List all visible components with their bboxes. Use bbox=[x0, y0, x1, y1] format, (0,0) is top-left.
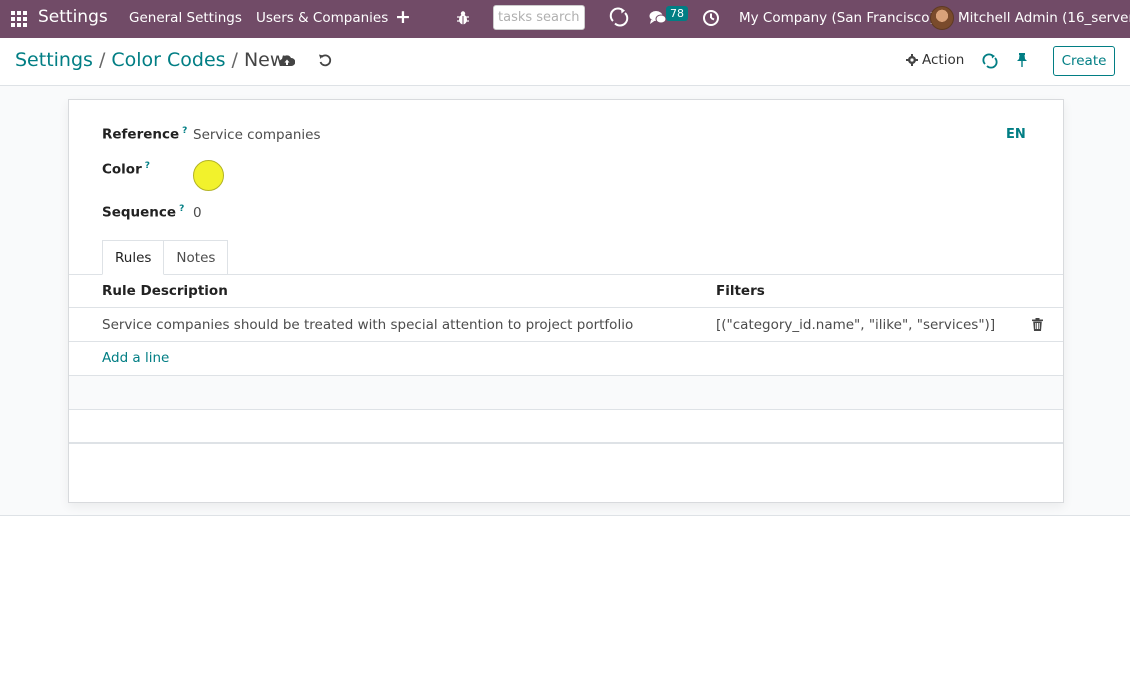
table-header-row: Rule Description Filters bbox=[69, 275, 1063, 308]
apps-menu-icon[interactable] bbox=[11, 11, 27, 27]
gear-icon bbox=[906, 54, 918, 66]
language-toggle[interactable]: EN bbox=[1006, 127, 1026, 142]
reference-field[interactable]: Service companies bbox=[193, 127, 321, 143]
breadcrumb-settings[interactable]: Settings bbox=[15, 49, 93, 71]
rules-table: Rule Description Filters Service compani… bbox=[69, 275, 1063, 444]
action-label: Action bbox=[922, 52, 965, 68]
menu-users-companies[interactable]: Users & Companies bbox=[256, 10, 388, 26]
messages-count-badge: 78 bbox=[666, 6, 688, 21]
add-line-link[interactable]: Add a line bbox=[102, 350, 169, 366]
empty-row bbox=[69, 376, 1063, 410]
user-menu[interactable]: Mitchell Admin (16_server) bbox=[958, 10, 1130, 26]
reference-label: Reference? bbox=[102, 126, 188, 143]
tab-rules[interactable]: Rules bbox=[102, 240, 165, 275]
control-panel: Settings / Color Codes / New Action Crea… bbox=[0, 38, 1130, 86]
form-tabs: Rules Notes bbox=[102, 240, 229, 275]
help-icon[interactable]: ? bbox=[179, 204, 184, 214]
cloud-upload-icon[interactable] bbox=[279, 54, 295, 68]
sync-icon[interactable] bbox=[982, 53, 998, 69]
chat-icon[interactable] bbox=[649, 10, 667, 26]
color-picker[interactable] bbox=[193, 160, 224, 191]
tab-notes[interactable]: Notes bbox=[164, 240, 229, 275]
user-avatar[interactable] bbox=[930, 6, 954, 30]
column-header-rule-description[interactable]: Rule Description bbox=[102, 283, 228, 299]
help-icon[interactable]: ? bbox=[145, 161, 150, 171]
clock-icon[interactable] bbox=[702, 9, 720, 27]
create-button[interactable]: Create bbox=[1053, 46, 1115, 76]
breadcrumb-separator: / bbox=[231, 49, 238, 71]
sequence-label: Sequence? bbox=[102, 204, 185, 221]
bug-icon[interactable] bbox=[456, 10, 470, 26]
sequence-field[interactable]: 0 bbox=[193, 205, 202, 221]
sync-icon[interactable] bbox=[609, 7, 629, 27]
plus-icon[interactable]: + bbox=[395, 6, 411, 28]
form-sheet: Reference? Service companies EN Color? S… bbox=[68, 99, 1064, 503]
tasks-search-input[interactable] bbox=[493, 5, 585, 30]
action-button[interactable]: Action bbox=[906, 52, 964, 68]
color-label: Color? bbox=[102, 161, 150, 178]
add-line-row: Add a line bbox=[69, 342, 1063, 376]
pin-icon[interactable] bbox=[1016, 53, 1028, 67]
breadcrumb: Settings / Color Codes / New bbox=[15, 49, 285, 71]
breadcrumb-color-codes[interactable]: Color Codes bbox=[111, 49, 225, 71]
discard-icon[interactable] bbox=[318, 53, 332, 67]
app-title[interactable]: Settings bbox=[38, 7, 108, 27]
menu-general-settings[interactable]: General Settings bbox=[129, 10, 242, 26]
table-row[interactable]: Service companies should be treated with… bbox=[69, 308, 1063, 342]
column-header-filters[interactable]: Filters bbox=[716, 283, 765, 299]
company-switcher[interactable]: My Company (San Francisco) bbox=[739, 10, 935, 26]
empty-row bbox=[69, 410, 1063, 444]
top-navbar: Settings General Settings Users & Compan… bbox=[0, 0, 1130, 38]
trash-icon[interactable] bbox=[1032, 318, 1043, 331]
help-icon[interactable]: ? bbox=[182, 126, 187, 136]
breadcrumb-separator: / bbox=[98, 49, 106, 71]
filters-cell[interactable]: [("category_id.name", "ilike", "services… bbox=[716, 317, 995, 333]
rule-description-cell[interactable]: Service companies should be treated with… bbox=[102, 317, 633, 333]
